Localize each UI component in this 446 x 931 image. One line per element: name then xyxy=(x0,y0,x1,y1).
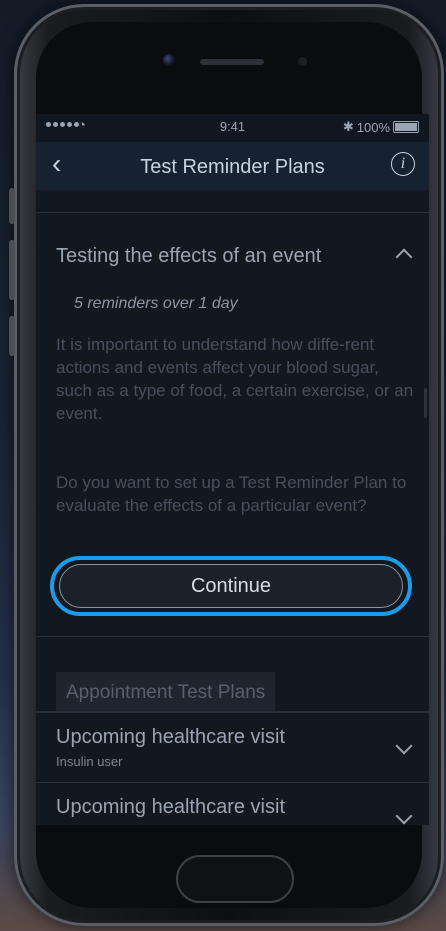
list-item-title: Upcoming healthcare visit xyxy=(56,796,285,818)
section-divider xyxy=(36,636,429,637)
appointment-list: Upcoming healthcare visit Insulin user U… xyxy=(36,712,429,825)
top-divider xyxy=(36,212,429,213)
section-question: Do you want to set up a Test Reminder Pl… xyxy=(56,473,407,515)
section-description: It is important to understand how diffe-… xyxy=(56,335,414,423)
list-item[interactable]: Upcoming healthcare visit xyxy=(36,782,429,825)
side-button-top xyxy=(9,188,15,224)
scrollbar[interactable] xyxy=(424,388,427,418)
status-bar: ◔ 9:41 ✱ 100% xyxy=(36,114,429,142)
section-title[interactable]: Testing the effects of an event xyxy=(56,245,321,268)
battery-status: ✱ 100% xyxy=(343,119,419,135)
page-title: Test Reminder Plans xyxy=(140,156,325,178)
front-camera xyxy=(163,54,175,66)
battery-icon xyxy=(393,121,419,133)
appointment-header: Appointment Test Plans xyxy=(56,672,276,712)
expand-chevron-icon[interactable] xyxy=(395,737,413,755)
battery-percent: 100% xyxy=(356,119,390,135)
collapse-chevron-icon[interactable] xyxy=(395,248,413,266)
continue-button[interactable]: Continue xyxy=(59,564,403,608)
navigation-bar: ‹ Test Reminder Plans i xyxy=(36,142,429,190)
home-button[interactable] xyxy=(176,855,294,903)
proximity-sensor xyxy=(298,57,307,66)
side-button-low xyxy=(9,316,15,356)
info-icon[interactable]: i xyxy=(391,152,415,176)
continue-focus-ring: Continue xyxy=(50,556,412,616)
side-button-mid xyxy=(9,240,15,300)
earpiece-speaker xyxy=(200,59,264,65)
expand-chevron-icon[interactable] xyxy=(395,807,413,825)
app-screen: ◔ 9:41 ✱ 100% ‹ Test Reminder Plans i Te… xyxy=(36,114,429,712)
content-area: Testing the effects of an event 5 remind… xyxy=(36,190,429,712)
list-item[interactable]: Upcoming healthcare visit Insulin user xyxy=(36,712,429,782)
list-item-subtitle: Insulin user xyxy=(56,754,123,769)
list-item-title: Upcoming healthcare visit xyxy=(56,726,285,748)
section-subtitle: 5 reminders over 1 day xyxy=(74,295,238,312)
bluetooth-icon: ✱ xyxy=(342,119,354,134)
